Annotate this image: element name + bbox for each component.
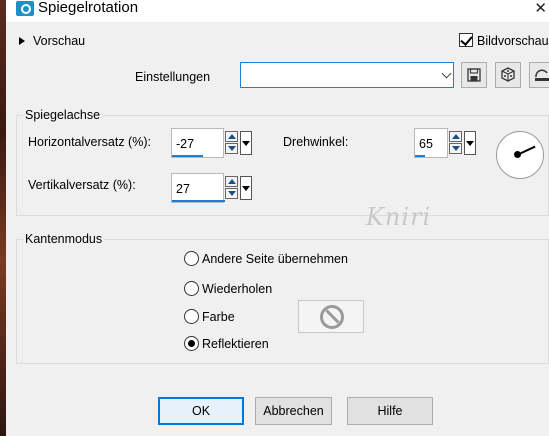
- vertical-offset-up[interactable]: [225, 176, 238, 187]
- rotation-underline: [415, 155, 425, 157]
- rotation-input[interactable]: 65: [414, 128, 448, 158]
- expand-triangle-icon[interactable]: [19, 37, 25, 45]
- arrow-up-icon: [228, 134, 236, 139]
- radio-wiederholen[interactable]: [184, 281, 199, 296]
- save-preset-button[interactable]: [461, 62, 487, 88]
- radio-reflektieren-label[interactable]: Reflektieren: [202, 337, 269, 351]
- radio-farbe-label[interactable]: Farbe: [202, 310, 235, 324]
- horizontal-offset-label: Horizontalversatz (%):: [28, 135, 151, 149]
- chevron-down-icon[interactable]: [441, 68, 452, 79]
- horizontal-offset-underline: [172, 155, 203, 157]
- reset-icon: [535, 69, 549, 81]
- dice-icon: [501, 67, 515, 82]
- horizontal-offset-value: -27: [176, 137, 195, 151]
- radio-reflektieren[interactable]: [184, 336, 199, 351]
- preview-toggle-label[interactable]: Vorschau: [33, 34, 85, 48]
- rotation-down[interactable]: [449, 143, 462, 154]
- background-strip: [0, 0, 6, 436]
- radio-wiederholen-label[interactable]: Wiederholen: [202, 282, 272, 296]
- vertical-offset-value: 27: [176, 182, 190, 196]
- randomize-button[interactable]: [495, 62, 521, 88]
- horizontal-offset-input[interactable]: -27: [171, 128, 224, 158]
- ok-button[interactable]: OK: [158, 397, 244, 425]
- radio-farbe[interactable]: [184, 309, 199, 324]
- horizontal-offset-up[interactable]: [225, 131, 238, 142]
- rotation-dial[interactable]: [496, 131, 544, 179]
- window-title: Spiegelrotation: [38, 0, 139, 16]
- arrow-up-icon: [228, 179, 236, 184]
- rotation-label: Drehwinkel:: [283, 135, 349, 149]
- arrow-down-icon: [228, 191, 236, 196]
- rotation-value: 65: [419, 137, 433, 151]
- arrow-up-icon: [452, 134, 460, 139]
- kantenmodus-group-label: Kantenmodus: [23, 232, 105, 246]
- no-color-icon: [320, 305, 344, 329]
- settings-label: Einstellungen: [135, 70, 211, 84]
- watermark-text: Kniri: [366, 203, 432, 231]
- reset-button[interactable]: [529, 62, 549, 88]
- horizontal-offset-slider-button[interactable]: [240, 131, 252, 155]
- vertical-offset-input[interactable]: 27: [171, 173, 225, 203]
- cancel-button[interactable]: Abbrechen: [255, 397, 332, 425]
- dial-center: [514, 151, 521, 158]
- radio-andere-seite[interactable]: [184, 251, 199, 266]
- horizontal-offset-down[interactable]: [225, 143, 238, 154]
- vertical-offset-underline: [172, 200, 225, 202]
- app-icon: [16, 1, 34, 16]
- vertical-offset-down[interactable]: [225, 188, 238, 199]
- vertical-offset-label: Vertikalversatz (%):: [28, 178, 136, 192]
- rotation-up[interactable]: [449, 131, 462, 142]
- title-bar[interactable]: Spiegelrotation ✕: [6, 0, 549, 22]
- arrow-down-icon: [228, 146, 236, 151]
- help-button[interactable]: Hilfe: [347, 397, 433, 425]
- bildvorschau-label: Bildvorschau: [477, 34, 549, 48]
- rotation-slider-button[interactable]: [464, 131, 476, 155]
- radio-andere-seite-label[interactable]: Andere Seite übernehmen: [202, 252, 348, 266]
- arrow-down-icon: [452, 146, 460, 151]
- color-swatch[interactable]: [298, 300, 364, 333]
- vertical-offset-slider-button[interactable]: [240, 176, 252, 200]
- bildvorschau-checkbox[interactable]: [459, 33, 473, 47]
- spiegelachse-group-label: Spiegelachse: [23, 108, 103, 122]
- close-icon[interactable]: ✕: [534, 0, 547, 17]
- save-icon: [467, 68, 481, 82]
- settings-dropdown[interactable]: [240, 62, 454, 88]
